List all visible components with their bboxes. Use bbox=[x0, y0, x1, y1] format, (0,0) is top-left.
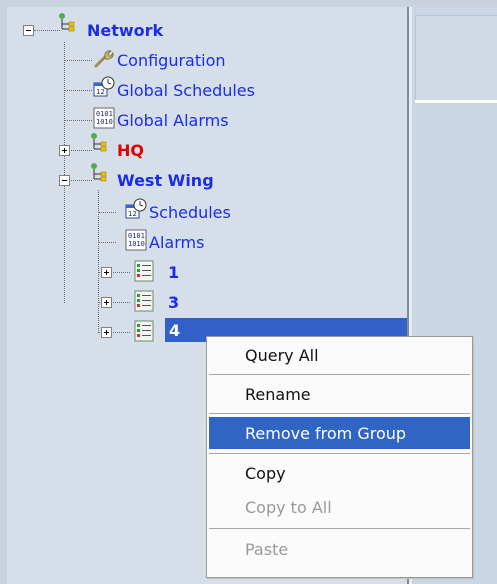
tree-item-west-wing[interactable]: West Wing bbox=[117, 168, 214, 192]
wrench-icon bbox=[94, 50, 114, 68]
menu-item-label: Remove from Group bbox=[245, 423, 407, 443]
menu-item-label: Copy to All bbox=[245, 497, 332, 517]
binary-alarm-icon: 0101 1010 bbox=[93, 107, 115, 129]
svg-text:12: 12 bbox=[96, 88, 105, 96]
tree-item-label: 3 bbox=[168, 292, 180, 312]
tree-connector bbox=[98, 212, 116, 213]
menu-item-label: Paste bbox=[245, 539, 289, 559]
tree-connector bbox=[98, 242, 116, 243]
calendar-clock-icon: 12 bbox=[125, 198, 147, 219]
menu-item-remove-from-group[interactable]: Remove from Group bbox=[209, 417, 470, 449]
content-header bbox=[415, 15, 497, 101]
menu-item-label: Rename bbox=[245, 384, 311, 404]
tree-item-label: HQ bbox=[117, 140, 144, 160]
menu-item-query-all[interactable]: Query All bbox=[209, 339, 470, 371]
expand-device-4-toggle[interactable] bbox=[101, 327, 112, 338]
tree-item-alarms[interactable]: Alarms bbox=[149, 230, 204, 254]
menu-separator bbox=[209, 413, 470, 414]
menu-item-copy-to-all: Copy to All bbox=[209, 491, 470, 523]
network-tree-icon bbox=[59, 13, 75, 32]
tree-item-label: Schedules bbox=[149, 202, 231, 222]
binary-alarm-icon: 0101 1010 bbox=[125, 229, 147, 251]
svg-text:1010: 1010 bbox=[128, 240, 145, 248]
tree-item-configuration[interactable]: Configuration bbox=[117, 48, 226, 72]
svg-text:0101: 0101 bbox=[96, 110, 113, 118]
menu-item-paste: Paste bbox=[209, 533, 470, 565]
tree-connector bbox=[64, 90, 92, 91]
collapse-network-toggle[interactable] bbox=[23, 25, 34, 36]
device-list-icon bbox=[134, 290, 154, 312]
tree-item-label: 1 bbox=[168, 262, 180, 282]
tree-item-label: Network bbox=[87, 20, 164, 40]
tree-item-network[interactable]: Network bbox=[87, 18, 163, 42]
tree-item-schedules[interactable]: Schedules bbox=[149, 200, 231, 224]
menu-item-copy[interactable]: Copy bbox=[209, 457, 470, 489]
tree-item-global-alarms[interactable]: Global Alarms bbox=[117, 108, 229, 132]
menu-separator bbox=[209, 374, 470, 375]
context-menu: Query All Rename Remove from Group Copy … bbox=[206, 336, 473, 578]
tree-item-device-4[interactable]: 4 bbox=[167, 318, 183, 342]
expand-hq-toggle[interactable] bbox=[59, 145, 70, 156]
menu-item-rename[interactable]: Rename bbox=[209, 378, 470, 410]
menu-item-label: Copy bbox=[245, 463, 286, 483]
tree-item-label: Global Alarms bbox=[117, 110, 229, 130]
svg-text:0101: 0101 bbox=[128, 232, 145, 240]
network-tree-icon bbox=[91, 163, 107, 182]
menu-separator bbox=[209, 453, 470, 454]
tree-item-label: Global Schedules bbox=[117, 80, 255, 100]
tree-connector bbox=[64, 60, 92, 61]
tree-connector bbox=[64, 42, 65, 303]
expand-device-3-toggle[interactable] bbox=[101, 297, 112, 308]
tree-item-label: West Wing bbox=[117, 170, 214, 190]
device-list-icon bbox=[134, 320, 154, 342]
tree-connector bbox=[64, 120, 92, 121]
menu-separator bbox=[209, 528, 470, 529]
content-divider bbox=[415, 100, 497, 103]
tree-item-label: 4 bbox=[167, 320, 183, 340]
svg-text:12: 12 bbox=[128, 210, 137, 218]
tree-item-hq[interactable]: HQ bbox=[117, 138, 144, 162]
network-tree-icon bbox=[91, 133, 107, 152]
expand-device-1-toggle[interactable] bbox=[101, 267, 112, 278]
window-frame-top bbox=[0, 0, 497, 7]
window-frame-left bbox=[0, 0, 7, 584]
tree-item-global-schedules[interactable]: Global Schedules bbox=[117, 78, 255, 102]
svg-text:1010: 1010 bbox=[96, 118, 113, 126]
device-list-icon bbox=[134, 260, 154, 282]
collapse-west-wing-toggle[interactable] bbox=[59, 175, 70, 186]
calendar-clock-icon: 12 bbox=[93, 76, 115, 97]
tree-item-device-1[interactable]: 1 bbox=[168, 260, 179, 284]
menu-item-label: Query All bbox=[245, 345, 319, 365]
tree-item-label: Alarms bbox=[149, 232, 205, 252]
tree-item-label: Configuration bbox=[117, 50, 226, 70]
tree-item-device-3[interactable]: 3 bbox=[168, 290, 179, 314]
